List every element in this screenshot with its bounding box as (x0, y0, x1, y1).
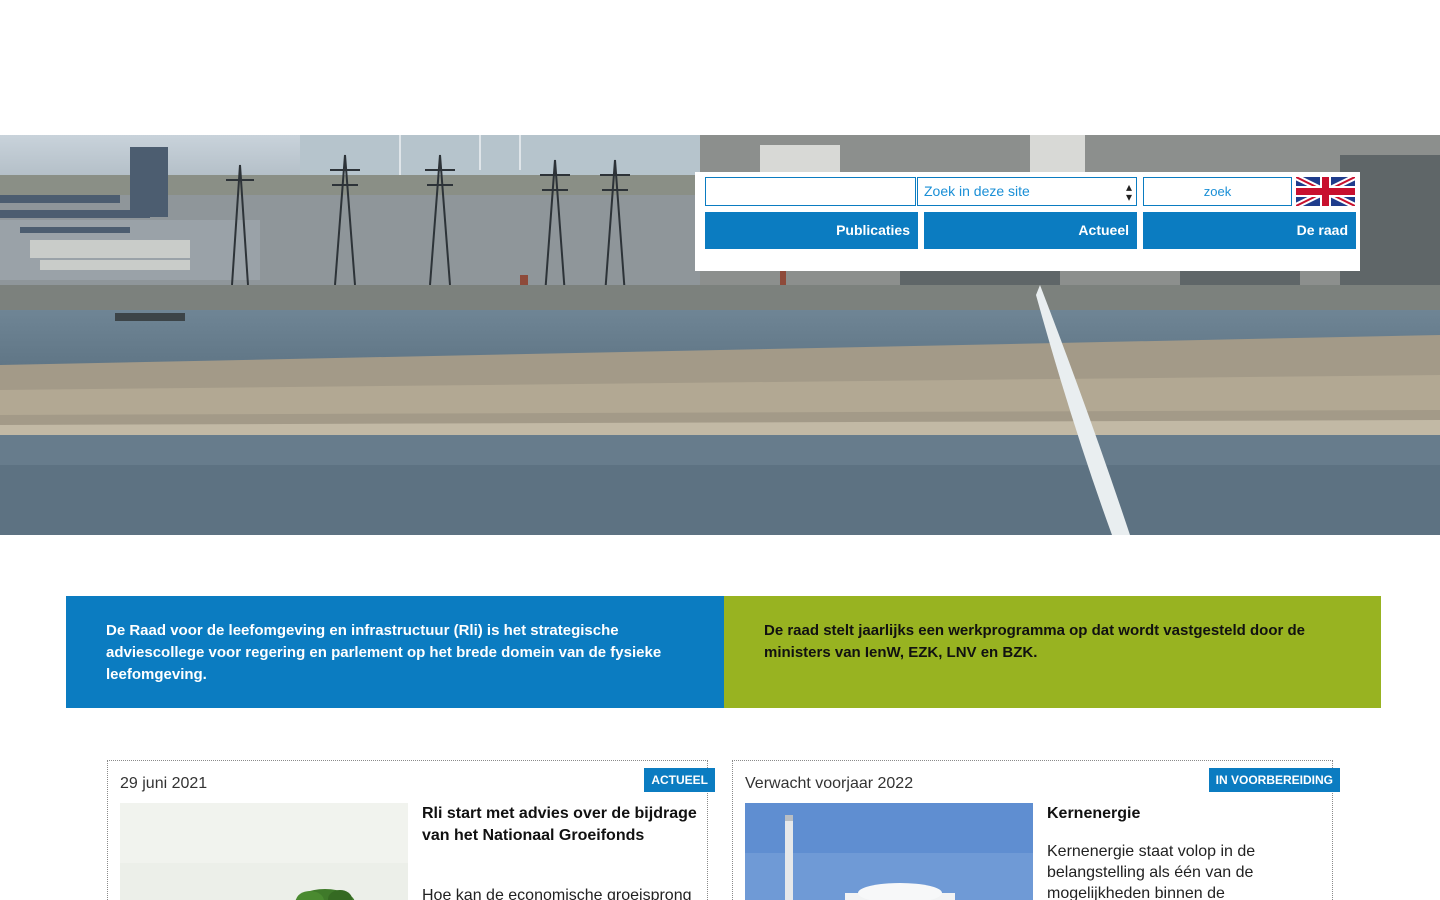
card-title[interactable]: Rli start met advies over de bijdrage va… (422, 803, 702, 847)
search-button[interactable]: zoek (1143, 177, 1292, 206)
intro-work-programme-block: De raad stelt jaarlijks een werkprogramm… (724, 596, 1381, 708)
nav-de-raad[interactable]: De raad (1143, 212, 1356, 249)
intro-work-programme-text: De raad stelt jaarlijks een werkprogramm… (764, 622, 1305, 661)
card-title[interactable]: Kernenergie (1047, 803, 1327, 825)
search-scope-select[interactable]: ▴ ▾ (1036, 177, 1137, 206)
card-excerpt: Kernenergie staat volop in de belangstel… (1047, 843, 1256, 900)
card-power-plant-image (745, 803, 1033, 900)
publication-card[interactable]: Verwacht voorjaar 2022 IN VOORBEREIDING … (732, 760, 1340, 900)
search-nav-panel: Zoek in deze site ▴ ▾ zoek Publicaties Ac… (695, 172, 1360, 271)
news-card[interactable]: 29 juni 2021 ACTUEEL Rli start met advie… (107, 760, 715, 900)
card-image[interactable] (745, 803, 1033, 900)
nav-publicaties[interactable]: Publicaties (705, 212, 918, 249)
card-tree-image (120, 803, 408, 900)
card-date: Verwacht voorjaar 2022 (745, 775, 914, 792)
card-date: 29 juni 2021 (120, 775, 208, 792)
uk-flag-icon (1294, 174, 1357, 209)
nav-actueel[interactable]: Actueel (924, 212, 1137, 249)
intro-about-block: De Raad voor de leefomgeving en infrastr… (66, 596, 724, 708)
select-arrows-icon: ▴ ▾ (1125, 180, 1132, 204)
search-input[interactable] (705, 177, 916, 206)
language-switch-link[interactable] (1294, 174, 1357, 209)
card-category-badge: ACTUEEL (644, 768, 715, 792)
search-scope-label[interactable]: Zoek in deze site (917, 177, 1036, 206)
card-image[interactable] (120, 803, 408, 900)
intro-about-text: De Raad voor de leefomgeving en infrastr… (106, 622, 662, 683)
card-excerpt: Hoe kan de economische groeisprong (422, 887, 692, 900)
card-category-badge: IN VOORBEREIDING (1208, 768, 1340, 792)
